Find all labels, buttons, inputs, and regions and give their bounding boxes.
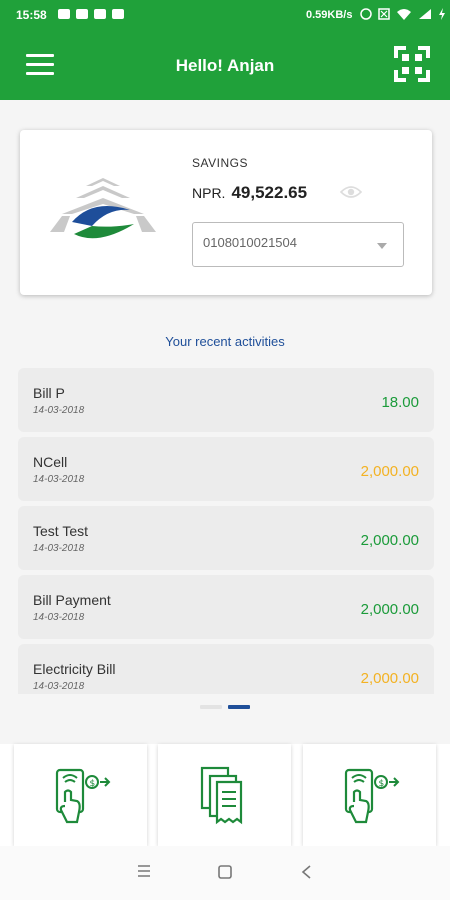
activity-item[interactable]: Test Test 14-03-2018 2,000.00 bbox=[18, 506, 434, 570]
quick-actions: $ $ bbox=[0, 744, 450, 846]
account-type: SAVINGS bbox=[192, 156, 248, 170]
back-icon[interactable] bbox=[300, 864, 314, 880]
notification-icon bbox=[58, 9, 70, 19]
activity-item[interactable]: Electricity Bill 14-03-2018 2,000.00 bbox=[18, 644, 434, 694]
recents-icon[interactable] bbox=[136, 864, 152, 878]
network-speed: 0.59KB/s bbox=[306, 9, 353, 21]
mobile-transfer-action[interactable]: $ bbox=[303, 744, 436, 846]
notification-icon bbox=[112, 9, 124, 19]
notification-icon bbox=[94, 9, 106, 19]
activity-amount: 2,000.00 bbox=[360, 532, 419, 549]
activity-date: 14-03-2018 bbox=[33, 405, 85, 416]
signal-icon bbox=[419, 9, 431, 19]
activity-name: Bill Payment bbox=[33, 592, 111, 608]
battery-charging-icon bbox=[439, 8, 445, 20]
activity-item[interactable]: Bill P 14-03-2018 18.00 bbox=[18, 368, 434, 432]
currency-label: NPR. bbox=[192, 185, 226, 201]
activity-amount: 18.00 bbox=[381, 394, 419, 411]
home-icon[interactable] bbox=[217, 864, 233, 880]
activity-item[interactable]: NCell 14-03-2018 2,000.00 bbox=[18, 437, 434, 501]
account-balance: NPR. 49,522.65 bbox=[192, 183, 307, 203]
mobile-payment-icon: $ bbox=[55, 768, 111, 824]
activity-amount: 2,000.00 bbox=[360, 670, 419, 687]
system-nav-bar bbox=[0, 846, 450, 900]
activity-date: 14-03-2018 bbox=[33, 474, 85, 485]
activity-amount: 2,000.00 bbox=[360, 463, 419, 480]
recent-activities-list[interactable]: Bill P 14-03-2018 18.00 NCell 14-03-2018 2,00… bbox=[18, 368, 434, 694]
activity-amount: 2,000.00 bbox=[360, 601, 419, 618]
chevron-down-icon bbox=[377, 243, 387, 249]
page-title: Hello! Anjan bbox=[175, 56, 275, 75]
app-bar: Hello! Anjan bbox=[0, 30, 450, 100]
svg-text:$: $ bbox=[379, 779, 385, 789]
bank-logo bbox=[50, 178, 156, 239]
eye-icon[interactable] bbox=[340, 184, 362, 200]
statement-documents-icon bbox=[200, 766, 243, 825]
page-dot bbox=[200, 705, 222, 709]
recent-activities-title: Your recent activities bbox=[165, 334, 285, 349]
system-status-icons bbox=[360, 8, 446, 20]
activity-name: NCell bbox=[33, 454, 68, 470]
statement-action[interactable] bbox=[158, 744, 291, 846]
wifi-icon bbox=[397, 9, 411, 20]
alarm-icon bbox=[360, 8, 372, 20]
sim-icon bbox=[378, 8, 390, 20]
activity-date: 14-03-2018 bbox=[33, 612, 85, 623]
activity-date: 14-03-2018 bbox=[33, 681, 85, 692]
qr-scan-icon[interactable] bbox=[394, 46, 430, 82]
svg-text:$: $ bbox=[90, 779, 96, 789]
balance-amount: 49,522.65 bbox=[231, 183, 308, 202]
status-bar: 15:58 0.59KB/s bbox=[0, 0, 450, 30]
status-time: 15:58 bbox=[16, 8, 47, 22]
activity-date: 14-03-2018 bbox=[33, 543, 85, 554]
mobile-transfer-icon: $ bbox=[344, 768, 400, 824]
activity-name: Electricity Bill bbox=[33, 661, 116, 677]
page-indicator bbox=[200, 705, 250, 709]
mail-icon bbox=[76, 9, 88, 19]
account-number-dropdown[interactable]: 0108010021504 bbox=[192, 222, 404, 267]
activity-name: Bill P bbox=[33, 385, 65, 401]
account-card: SAVINGS NPR. 49,522.65 0108010021504 bbox=[20, 130, 432, 295]
activity-item[interactable]: Bill Payment 14-03-2018 2,000.00 bbox=[18, 575, 434, 639]
page-dot bbox=[228, 705, 250, 709]
account-number: 0108010021504 bbox=[203, 235, 297, 250]
notification-icons bbox=[58, 9, 124, 19]
activity-name: Test Test bbox=[33, 523, 88, 539]
mobile-payment-action[interactable]: $ bbox=[14, 744, 147, 846]
